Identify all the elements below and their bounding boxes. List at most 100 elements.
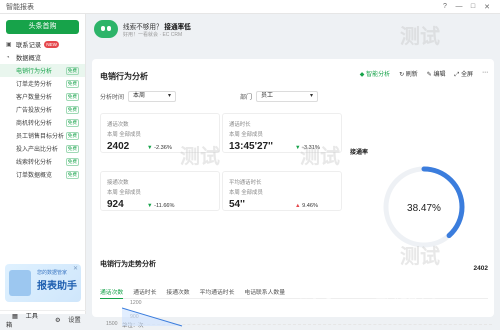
gear-icon: ⚙ [55,317,63,324]
sidebar-item[interactable]: 订单数据概览 免费 [0,168,85,181]
edit-button[interactable]: ✎ 编辑 [427,69,446,79]
stat-period: 本周 全部成员 [107,132,141,138]
free-tag: 免费 [65,144,79,153]
stat-change: ▲ 9.46% [295,203,318,209]
stat-change: ▼ -11.66% [147,203,175,209]
gauge-label: 接通率 [350,150,369,156]
sidebar-item[interactable]: 线索转化分析 免费 [0,155,85,168]
refresh-icon: ↻ [399,72,406,78]
promo-banner[interactable]: ✕ 您的数据管家 报表助手 [5,264,81,302]
stat-value: 54'' [229,199,245,210]
stat-label: 接通次数 [107,180,129,186]
filter-bar: 分析时间 本周 ▾ 部门 员工 ▾ [100,91,319,102]
sidebar-item-label: 广告投放分析 [16,108,53,114]
sidebar: 头条首购 ▣ 联系记录 NEW ◔ 数据概览 电销行为分析 免费 订单走势分析 免费客… [0,14,86,329]
stat-card: 平均通话时长 本周 全部成员 54'' ▲ 9.46% [222,171,342,211]
stat-value: 13:45'27'' [229,141,273,152]
stat-period: 本周 全部成员 [229,190,263,196]
toolbox-button[interactable]: ▦ 工具箱 [0,311,43,329]
dept-select[interactable]: 员工 ▾ [256,91,319,102]
free-tag: 免费 [65,118,79,127]
new-badge: NEW [44,41,59,48]
trend-right-value: 2402 [473,265,488,272]
mascot-icon [94,20,118,38]
page-title: 电销行为分析 [100,72,148,81]
panel-actions: ◆ 智能分析 ↻ 刷新 ✎ 编辑 ⤢ 全屏 ⋯ [360,69,488,79]
promo-subtitle: 您的数据管家 [37,270,68,276]
promo-close-icon[interactable]: ✕ [73,265,78,272]
trend-tab[interactable]: 通话次数 [100,287,124,299]
sidebar-item[interactable]: 电销行为分析 免费 [0,64,85,77]
watermark: 测试 [300,146,340,168]
notice-question-text: 线索不够用？ [123,23,163,31]
record-icon: ▣ [6,42,12,48]
window-title: 智能报表 [6,3,34,11]
sidebar-item[interactable]: 投入产出比分析 免费 [0,142,85,155]
smart-analysis-button[interactable]: ◆ 智能分析 [360,69,390,79]
stat-label: 通话次数 [107,122,129,128]
close-icon[interactable]: ✕ [480,3,494,11]
footer-watermark: 知乎 @EC CRM全国运营中心 [300,288,439,300]
stat-change-value: 9.46% [302,203,318,209]
free-tag: 免费 [65,79,79,88]
smart-label: 智能分析 [366,72,391,78]
free-tag: 免费 [65,157,79,166]
notice-banner[interactable]: 线索不够用？ 接通率低 好用！一看就会 · EC CRM [94,18,394,40]
sidebar-item-label: 订单走势分析 [16,82,53,88]
sidebar-item-label: 订单数据概览 [16,173,53,179]
free-tag: 免费 [65,66,79,75]
sidebar-item-label: 电销行为分析 [16,69,53,75]
edit-label: 编辑 [433,72,446,78]
help-icon[interactable]: ? [438,3,452,10]
time-select[interactable]: 本周 ▾ [128,91,177,102]
more-button[interactable]: ⋯ [482,69,488,79]
stat-change-value: -2.36% [154,145,172,151]
sidebar-footer: ▦ 工具箱 ⚙ 设置 [0,310,86,329]
chevron-down-icon: ▾ [168,93,172,99]
sidebar-item[interactable]: 客户数量分析 免费 [0,90,85,103]
gauge-value: 38.47% [407,203,441,214]
sidebar-item-label: 投入产出比分析 [16,147,59,153]
title-bar: 智能报表 ? — □ ✕ [0,0,500,14]
sidebar-item-contact[interactable]: ▣ 联系记录 NEW [0,38,85,51]
notice-subtitle: 好用！一看就会 · EC CRM [123,31,183,38]
main-area: 线索不够用？ 接通率低 好用！一看就会 · EC CRM 电销行为分析 ◆ 智能… [86,14,500,329]
free-tag: 免费 [65,131,79,140]
stat-label: 平均通话时长 [229,180,262,186]
settings-button[interactable]: ⚙ 设置 [43,315,86,324]
free-tag: 免费 [65,92,79,101]
y-tick-1500: 1500 [106,321,118,327]
stat-change: ▼ -2.36% [147,145,172,151]
sidebar-item[interactable]: 员工销售目标分析 免费 [0,129,85,142]
edit-icon: ✎ [426,72,434,78]
overview-icon: ◔ [6,54,10,61]
time-value: 本周 [133,93,146,99]
stat-value: 2402 [107,141,130,152]
sidebar-item-label: 线索转化分析 [16,160,53,166]
trend-title: 电销行为走势分析 [100,261,156,268]
filter-label: 分析时间 [100,95,125,101]
top-button[interactable]: 头条首购 [6,20,79,34]
sidebar-item[interactable]: 订单走势分析 免费 [0,77,85,90]
section-label: 数据概览 [16,55,42,62]
refresh-label: 刷新 [405,72,418,78]
maximize-icon[interactable]: □ [466,3,480,10]
sidebar-section-overview[interactable]: ◔ 数据概览 [0,51,85,64]
stat-label: 通话时长 [229,122,251,128]
stat-value: 924 [107,199,124,210]
dept-value: 员工 [261,93,274,99]
minimize-icon[interactable]: — [452,3,466,10]
dept-label: 部门 [240,95,253,101]
free-tag: 免费 [65,105,79,114]
sidebar-item[interactable]: 广告投放分析 免费 [0,103,85,116]
chevron-down-icon: ▾ [310,93,314,99]
sidebar-item[interactable]: 商机转化分析 免费 [0,116,85,129]
settings-label: 设置 [68,317,81,324]
fullscreen-button[interactable]: ⤢ 全屏 [455,69,473,79]
refresh-button[interactable]: ↻ 刷新 [399,69,418,79]
free-tag: 免费 [65,170,79,179]
stat-period: 本周 全部成员 [107,190,141,196]
stat-period: 本周 全部成员 [229,132,263,138]
notice-highlight: 接通率低 [164,23,191,31]
analysis-panel: 电销行为分析 ◆ 智能分析 ↻ 刷新 ✎ 编辑 ⤢ 全屏 ⋯ 分析时间 本周 ▾ … [92,59,494,329]
